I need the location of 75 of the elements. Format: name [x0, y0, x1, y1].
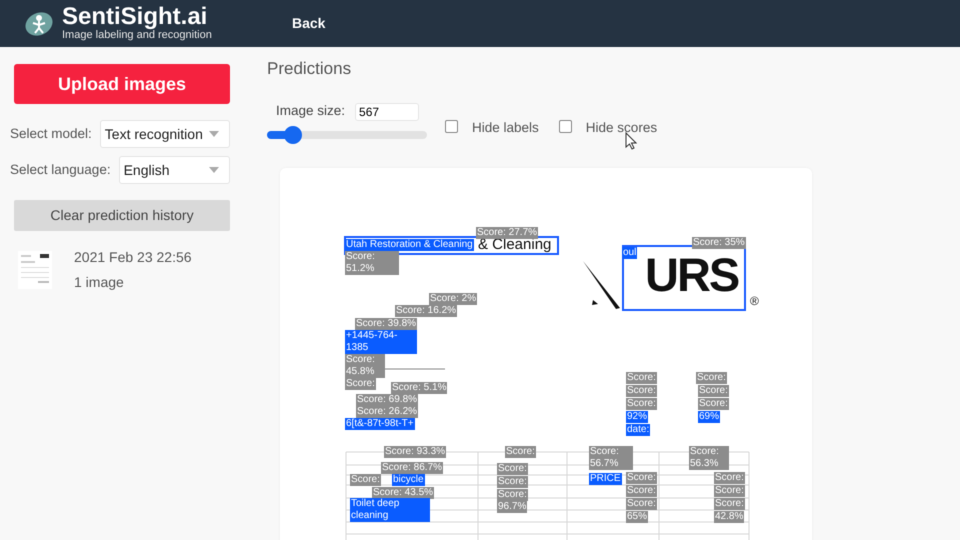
score-tag: Score: 5.1%	[391, 382, 448, 394]
text-label: PRICE	[589, 472, 622, 484]
score-tag: Score:	[696, 372, 727, 384]
score-tag: Score: 26.2%	[356, 406, 418, 418]
image-size-field[interactable]: 567	[355, 102, 420, 120]
score-tag: Score: 39.8%	[355, 318, 418, 330]
doc-text: & Cleaning	[478, 236, 552, 252]
score-tag: Score:	[626, 384, 657, 396]
text-label: Utah Restoration & Cleaning	[345, 238, 474, 250]
score-tag: Score: 35%	[692, 236, 746, 248]
select-label: Select model:	[10, 124, 92, 143]
history-item[interactable]: 2021 Feb 23 22:56 1 image	[10, 247, 230, 293]
text-label: date:	[626, 424, 650, 436]
score-tag: 65%	[626, 510, 648, 522]
score-tag: Score: 43.5%	[372, 486, 434, 498]
score-tag: Score:	[345, 378, 376, 390]
score-tag: 42.8%	[714, 510, 744, 522]
score-tag: Score: 2%	[429, 292, 478, 304]
select-dropdown[interactable]: English	[118, 156, 230, 184]
text-label: 92%	[626, 410, 648, 422]
slider-thumb[interactable]	[284, 126, 302, 144]
select-dropdown[interactable]: Text recognition	[100, 120, 230, 148]
caret-icon	[209, 131, 219, 137]
cursor-icon	[625, 132, 638, 150]
logo-text: URS	[645, 254, 738, 296]
score-tag: Score:	[626, 472, 657, 484]
score-tag: Score: 27.7%	[476, 226, 538, 238]
score-tag: Score:	[714, 472, 745, 484]
score-tag: Score: 93.3%	[384, 446, 446, 458]
score-tag: Score:	[714, 484, 745, 496]
tagline: Image labeling and recognition	[62, 29, 212, 42]
text-label: oul	[622, 246, 638, 258]
score-tag: Score:	[497, 476, 528, 488]
brand-name: SentiSight.ai	[62, 5, 208, 30]
score-tag: Score:	[626, 398, 657, 410]
score-tag: 96.7%	[497, 500, 528, 512]
score-tag: Score: 86.7%	[381, 462, 444, 474]
score-tag: Score: 56.3%	[689, 446, 729, 470]
text-label: +1445-764-1385	[345, 330, 417, 354]
score-tag: Score: 16.2%	[395, 304, 458, 316]
image-count: 1 image	[74, 273, 125, 292]
score-tag: Score: 45.8%	[345, 354, 385, 378]
page-title: Predictions	[267, 58, 352, 80]
score-tag: Score:	[626, 484, 657, 496]
history-date: 2021 Feb 23 22:56	[74, 248, 192, 267]
score-tag: Score:	[505, 446, 536, 458]
score-tag: Score:	[497, 488, 528, 500]
score-tag: Score:	[350, 474, 381, 486]
score-tag: Score: 56.7%	[589, 446, 633, 470]
logo-icon	[24, 10, 54, 36]
score-tag: Score:	[497, 462, 528, 474]
checkbox-label: Hide labels	[472, 119, 539, 138]
back-link[interactable]: Back	[292, 13, 326, 34]
score-tag: Score:	[698, 384, 729, 396]
registered-mark: ®	[750, 294, 759, 306]
score-tag: Score:	[714, 498, 745, 510]
checkbox[interactable]	[558, 120, 572, 133]
score-tag: Score: 69.8%	[356, 394, 418, 406]
score-tag: Score:	[698, 398, 729, 410]
text-label: 6[t&-87t-98t-T+	[345, 418, 415, 430]
image-size-slider[interactable]	[267, 126, 427, 144]
score-tag: Score: 51.2%	[345, 250, 399, 274]
text-label: bicycle	[392, 474, 425, 486]
image-size-label: Image size:	[276, 102, 346, 120]
score-tag: Score:	[626, 372, 657, 384]
score-tag: Score:	[626, 498, 657, 510]
text-label: 69%	[698, 410, 720, 422]
text-label: Toilet deep cleaning	[350, 498, 430, 522]
checkbox-label: Hide scores	[586, 119, 658, 138]
caret-icon	[209, 167, 219, 173]
clear-history-button[interactable]: Clear prediction history	[14, 200, 230, 231]
checkbox[interactable]	[445, 120, 458, 133]
slash-drawing	[583, 260, 620, 308]
upload-button[interactable]: Upload images	[14, 64, 230, 104]
select-label: Select language:	[10, 160, 111, 179]
